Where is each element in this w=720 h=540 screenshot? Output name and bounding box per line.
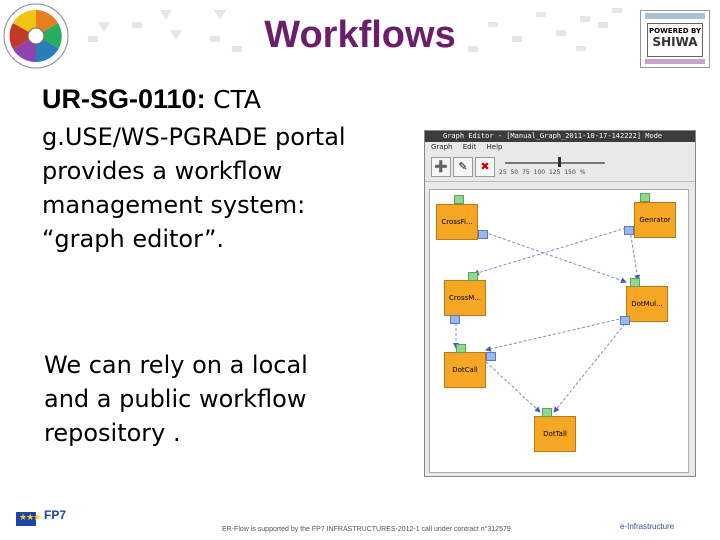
decor-square <box>598 22 608 28</box>
graph-edge <box>483 231 627 284</box>
powered-by-text: POWERED BY <box>648 27 702 35</box>
requirement-lead: CTA <box>213 85 261 114</box>
decor-square <box>576 46 586 51</box>
menu-edit[interactable]: Edit <box>463 143 477 151</box>
graph-edge <box>485 317 625 352</box>
description-line: g.USE/WS-PGRADE portal <box>42 123 346 151</box>
decor-triangle <box>170 30 182 40</box>
node-input-port[interactable] <box>640 193 650 202</box>
e-infrastructure-logo: e-Infrastructure <box>620 522 675 531</box>
graph-canvas[interactable]: CrossFi... Genrator CrossM... DotMul... … <box>429 189 689 473</box>
node-input-port[interactable] <box>454 195 464 204</box>
decor-triangle <box>160 10 172 20</box>
footer-funding-text: ER-Flow is supported by the FP7 INFRASTR… <box>222 526 511 533</box>
decor-square <box>612 8 622 13</box>
decor-square <box>88 36 98 42</box>
slide-title: Workflows <box>264 14 456 56</box>
graph-edge <box>473 227 627 276</box>
graph-node[interactable]: CrossFi... <box>436 204 478 240</box>
node-output-port[interactable] <box>478 230 488 239</box>
requirement-id: UR-SG-0110: <box>42 84 206 114</box>
graph-node[interactable]: DotMul... <box>626 286 668 322</box>
graph-editor-window: Graph Editor - [Manual_Graph_2011-10-17-… <box>424 130 696 477</box>
er-flow-wheel-logo <box>3 3 69 69</box>
graph-edge <box>485 361 541 413</box>
zoom-slider-knob[interactable] <box>558 157 561 167</box>
decor-triangle <box>214 10 226 20</box>
graph-node[interactable]: CrossM... <box>444 280 486 316</box>
repository-line: We can rely on a local <box>44 351 308 379</box>
eu-stars: ★★★ <box>19 513 41 523</box>
shiwa-brand-text: SHIWA <box>652 35 698 49</box>
graph-node[interactable]: Genrator <box>634 202 676 238</box>
zoom-slider[interactable] <box>505 162 605 164</box>
edit-node-icon[interactable]: ✎ <box>453 157 473 177</box>
node-output-port[interactable] <box>486 352 496 361</box>
decor-square <box>580 16 590 22</box>
decor-square <box>488 22 498 27</box>
requirement-heading: UR-SG-0110: CTA <box>42 84 261 115</box>
graph-editor-menubar: Graph Edit Help <box>425 142 695 153</box>
node-output-port[interactable] <box>624 226 634 235</box>
graph-node[interactable]: DotCall <box>444 352 486 388</box>
node-input-port[interactable] <box>468 272 478 281</box>
eu-flag-icon: ★★★ <box>16 512 41 526</box>
zoom-labels: 25 50 75 100 125 150 % <box>499 169 586 176</box>
menu-help[interactable]: Help <box>487 143 503 151</box>
decor-triangle <box>98 22 110 32</box>
graph-edge <box>553 319 629 413</box>
node-input-port[interactable] <box>542 408 552 417</box>
fp7-logo: FP7 <box>44 508 67 522</box>
powered-by-shiwa-logo: POWERED BY SHIWA <box>640 10 710 68</box>
decor-square <box>210 36 220 42</box>
repository-line: repository . <box>44 419 181 447</box>
decor-square <box>512 36 522 42</box>
decor-square <box>556 30 566 36</box>
menu-graph[interactable]: Graph <box>431 143 452 151</box>
new-node-icon[interactable]: ➕ <box>431 157 451 177</box>
graph-editor-toolbar: ➕ ✎ ✖ 25 50 75 100 125 150 % <box>425 153 695 182</box>
node-output-port[interactable] <box>450 315 460 324</box>
description-text: g.USE/WS-PGRADE portal provides a workfl… <box>42 120 382 256</box>
decor-square <box>536 12 546 17</box>
node-output-port[interactable] <box>620 316 630 325</box>
repository-text: We can rely on a local and a public work… <box>44 348 364 450</box>
delete-node-icon[interactable]: ✖ <box>475 157 495 177</box>
description-line: management system: <box>42 191 306 219</box>
node-input-port[interactable] <box>456 344 466 353</box>
repository-line: and a public workflow <box>44 385 307 413</box>
description-line: provides a workflow <box>42 157 283 185</box>
node-input-port[interactable] <box>630 278 640 287</box>
graph-node[interactable]: DotTall <box>534 416 576 452</box>
decor-square <box>132 22 142 28</box>
graph-editor-titlebar: Graph Editor - [Manual_Graph_2011-10-17-… <box>425 131 695 142</box>
description-line: “graph editor”. <box>42 225 225 253</box>
